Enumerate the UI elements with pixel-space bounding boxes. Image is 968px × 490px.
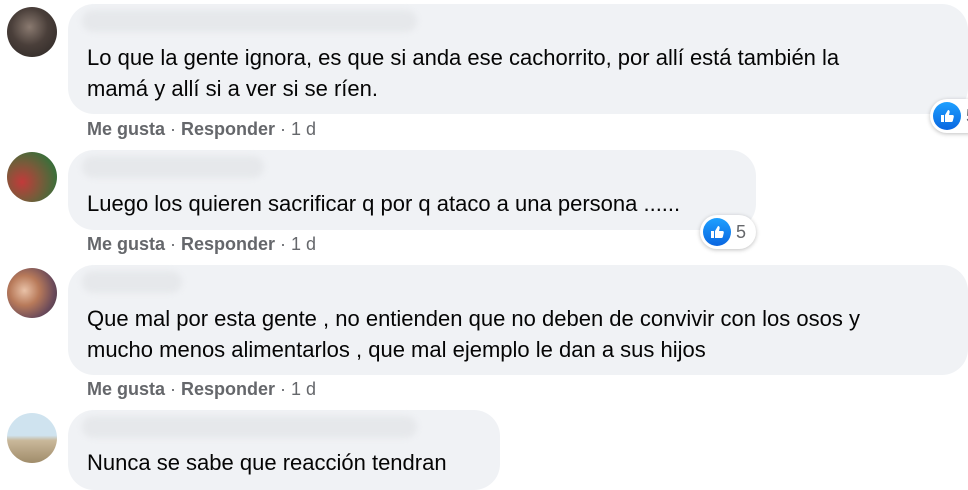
comment-text-line: mucho menos alimentarlos , que mal ejemp… bbox=[87, 337, 706, 362]
avatar[interactable] bbox=[7, 413, 57, 463]
author-name-redacted[interactable] bbox=[82, 10, 417, 32]
reply-button[interactable]: Responder bbox=[181, 234, 275, 254]
like-icon bbox=[933, 102, 961, 130]
comment-actions: Me gusta · Responder · 1 d bbox=[87, 119, 316, 140]
separator: · bbox=[170, 379, 177, 399]
separator: · bbox=[280, 234, 287, 254]
comment-text-line: Que mal por esta gente , no entienden qu… bbox=[87, 306, 860, 331]
avatar[interactable] bbox=[7, 268, 57, 318]
comment-actions: Me gusta · Responder · 1 d bbox=[87, 379, 316, 400]
comment-actions: Me gusta · Responder · 1 d bbox=[87, 234, 316, 255]
author-name-redacted[interactable] bbox=[82, 271, 182, 293]
like-button[interactable]: Me gusta bbox=[87, 379, 165, 399]
separator: · bbox=[280, 119, 287, 139]
reply-button[interactable]: Responder bbox=[181, 379, 275, 399]
avatar[interactable] bbox=[7, 7, 57, 57]
like-icon bbox=[703, 218, 731, 246]
comment-text-line: Luego los quieren sacrificar q por q ata… bbox=[87, 191, 681, 216]
reaction-count: 5 bbox=[736, 221, 747, 242]
comment-text-line: mamá y allí si a ver si se ríen. bbox=[87, 76, 378, 101]
reaction-summary[interactable]: 5 bbox=[930, 99, 968, 133]
separator: · bbox=[280, 379, 287, 399]
avatar[interactable] bbox=[7, 152, 57, 202]
timestamp[interactable]: 1 d bbox=[291, 119, 316, 139]
comment-text-line: Nunca se sabe que reacción tendran bbox=[87, 450, 447, 475]
timestamp[interactable]: 1 d bbox=[291, 234, 316, 254]
like-button[interactable]: Me gusta bbox=[87, 234, 165, 254]
reaction-summary[interactable]: 5 bbox=[700, 215, 756, 249]
author-name-redacted[interactable] bbox=[82, 156, 264, 178]
separator: · bbox=[170, 234, 177, 254]
timestamp[interactable]: 1 d bbox=[291, 379, 316, 399]
author-name-redacted[interactable] bbox=[82, 416, 417, 438]
comment-text-line: Lo que la gente ignora, es que si anda e… bbox=[87, 45, 840, 70]
like-button[interactable]: Me gusta bbox=[87, 119, 165, 139]
separator: · bbox=[170, 119, 177, 139]
reply-button[interactable]: Responder bbox=[181, 119, 275, 139]
